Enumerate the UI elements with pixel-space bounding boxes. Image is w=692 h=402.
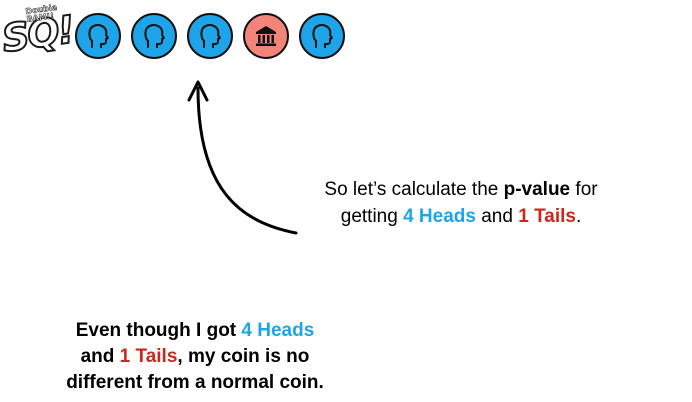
tails-count: 1 Tails (518, 206, 576, 227)
note-line-2: and 1 Tails, my coin is no (30, 344, 360, 370)
note-line-3: different from a normal coin. (66, 372, 324, 393)
callout-text-part: getting (340, 206, 404, 227)
note-text-part: and (80, 346, 120, 367)
p-value-term: p-value (503, 179, 571, 200)
callout-text: So let’s calculate the p-value for getti… (286, 176, 636, 230)
note-text-part: , my coin is no (177, 346, 310, 367)
heads-count: 4 Heads (241, 320, 315, 341)
note-line-1: Even though I got 4 Heads (30, 318, 360, 344)
callout-text-part: for (570, 179, 598, 200)
callout-text-part: . (575, 206, 582, 227)
callout-text-part: and (475, 206, 519, 227)
callout-text-part: So let’s calculate the (324, 179, 504, 200)
callout-line-2: getting 4 Heads and 1 Tails. (286, 203, 636, 230)
null-hypothesis-note: Even though I got 4 Heads and 1 Tails, m… (30, 318, 360, 396)
heads-count: 4 Heads (403, 206, 476, 227)
note-text-part: Even though I got (75, 320, 242, 341)
callout-line-1: So let’s calculate the p-value for (286, 176, 636, 203)
tails-count: 1 Tails (119, 346, 178, 367)
